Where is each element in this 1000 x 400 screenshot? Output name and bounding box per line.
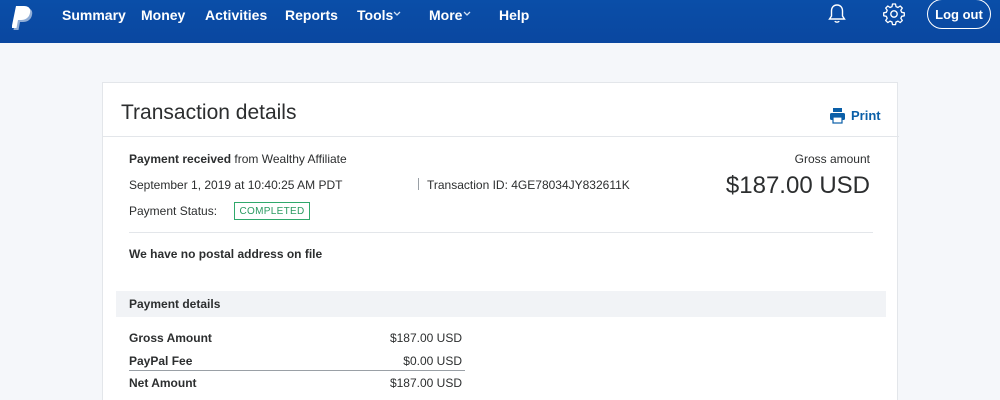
chevron-down-icon bbox=[393, 11, 401, 16]
payment-received-line: Payment received from Wealthy Affiliate bbox=[129, 152, 347, 167]
payment-status-label: Payment Status: bbox=[129, 204, 218, 218]
detail-row-label: Net Amount bbox=[129, 376, 197, 390]
detail-row-value: $187.00 USD bbox=[389, 376, 462, 390]
print-button[interactable]: Print bbox=[829, 106, 881, 124]
section-divider bbox=[129, 232, 873, 233]
vertical-divider bbox=[418, 178, 419, 190]
bell-icon[interactable] bbox=[827, 3, 847, 25]
detail-row-value: $187.00 USD bbox=[389, 331, 462, 345]
detail-row-value: $0.00 USD bbox=[403, 354, 462, 368]
nav-summary[interactable]: Summary bbox=[62, 7, 126, 23]
transaction-id[interactable]: Transaction ID: 4GE78034JY832611K bbox=[427, 178, 630, 193]
top-navigation-bar: Summary Money Activities Reports Tools M… bbox=[0, 0, 1000, 43]
transaction-details-card: Transaction details Print Payment receiv… bbox=[102, 82, 899, 400]
payment-details-title: Payment details bbox=[129, 297, 221, 311]
chevron-down-icon bbox=[463, 11, 471, 16]
nav-activities[interactable]: Activities bbox=[205, 7, 267, 23]
transaction-date: September 1, 2019 at 10:40:25 AM PDT bbox=[129, 178, 343, 192]
printer-icon bbox=[830, 107, 845, 124]
page-title: Transaction details bbox=[121, 101, 297, 124]
payment-from-text: from Wealthy Affiliate bbox=[234, 152, 347, 166]
nav-more[interactable]: More bbox=[429, 7, 462, 23]
logout-button[interactable]: Log out bbox=[927, 0, 991, 29]
payment-details-header: Payment details bbox=[116, 291, 886, 317]
nav-reports[interactable]: Reports bbox=[285, 7, 338, 23]
postal-address-note: We have no postal address on file bbox=[129, 247, 323, 261]
header-divider bbox=[103, 136, 899, 137]
gross-amount-label: Gross amount bbox=[794, 152, 870, 166]
nav-help[interactable]: Help bbox=[499, 7, 529, 23]
detail-row-label: PayPal Fee bbox=[129, 354, 193, 368]
status-badge: COMPLETED bbox=[234, 202, 310, 220]
paypal-logo-icon[interactable] bbox=[12, 6, 36, 32]
payment-received-label: Payment received bbox=[129, 152, 232, 166]
totals-rule bbox=[129, 370, 465, 371]
print-label: Print bbox=[851, 107, 881, 123]
nav-money[interactable]: Money bbox=[141, 7, 185, 23]
gear-icon[interactable] bbox=[882, 2, 906, 26]
detail-row-label: Gross Amount bbox=[129, 331, 212, 345]
gross-amount-value: $187.00 USD bbox=[725, 172, 870, 199]
nav-tools[interactable]: Tools bbox=[357, 7, 393, 23]
